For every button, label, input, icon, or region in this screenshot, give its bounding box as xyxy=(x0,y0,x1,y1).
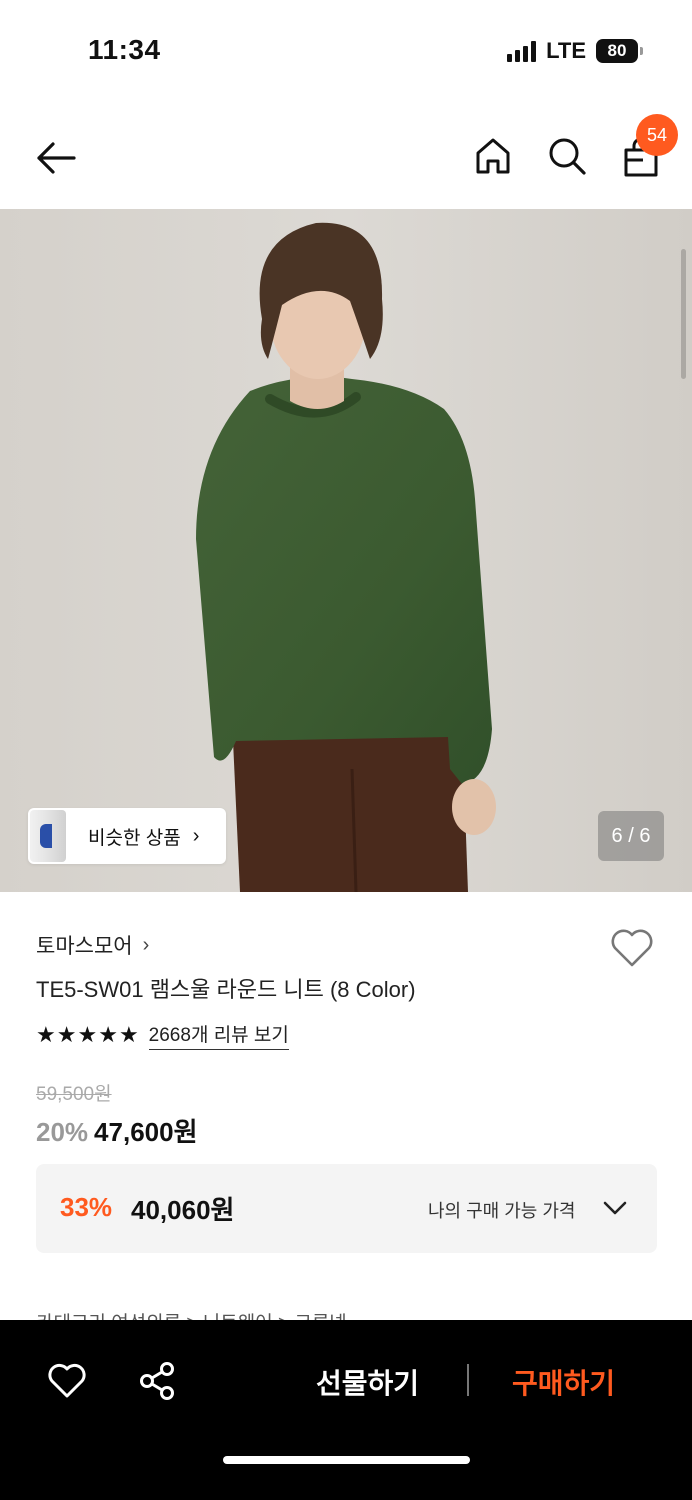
my-discount-rate: 33% xyxy=(60,1192,113,1222)
brand-link[interactable]: 토마스모어 › xyxy=(36,930,149,960)
category-breadcrumb: 카테고리 여성의류 > 니트웨어 > 크루넥 xyxy=(36,1308,347,1320)
product-title: TE5-SW01 램스울 라운드 니트 (8 Color) xyxy=(36,977,416,1002)
chevron-right-icon: › xyxy=(192,824,200,847)
sale-price: 47,600원 xyxy=(94,1117,198,1147)
price-row: 20% 47,600원 xyxy=(36,1112,198,1149)
bottom-action-bar: 선물하기 구매하기 xyxy=(0,1320,692,1500)
home-icon[interactable] xyxy=(474,136,512,176)
star-icon: ★ xyxy=(56,1022,77,1047)
cart-count-badge: 54 xyxy=(636,114,678,156)
search-icon[interactable] xyxy=(547,136,587,176)
similar-product-thumbnail xyxy=(30,810,66,862)
discount-rate: 20% xyxy=(36,1117,89,1147)
heart-icon[interactable] xyxy=(609,927,655,969)
my-price: 40,060원 xyxy=(131,1195,235,1225)
chevron-right-icon: › xyxy=(142,933,150,956)
heart-icon[interactable] xyxy=(47,1362,87,1400)
brand-name: 토마스모어 xyxy=(36,935,133,958)
star-rating: ★ ★ ★ ★ ★ xyxy=(36,1024,139,1046)
share-icon[interactable] xyxy=(138,1361,178,1401)
star-icon: ★ xyxy=(98,1022,118,1047)
status-indicators: LTE 80 xyxy=(507,38,643,64)
buy-button[interactable]: 구매하기 xyxy=(512,1362,615,1402)
battery-icon: 80 xyxy=(596,39,643,63)
star-icon: ★ xyxy=(36,1022,56,1047)
back-arrow-icon[interactable] xyxy=(34,138,78,178)
similar-products-label: 비슷한 상품 xyxy=(88,827,181,849)
home-indicator xyxy=(223,1456,470,1464)
star-icon: ★ xyxy=(118,1022,139,1047)
signal-icon xyxy=(507,40,537,62)
status-time: 11:34 xyxy=(88,34,161,65)
rating-row: ★ ★ ★ ★ ★ 2668개 리뷰 보기 xyxy=(36,1020,289,1050)
top-nav-bar xyxy=(0,110,692,205)
my-price-label: 나의 구매 가능 가격 xyxy=(428,1201,576,1221)
scroll-indicator xyxy=(681,249,686,379)
chevron-down-icon xyxy=(603,1201,627,1215)
status-bar: 11:34 LTE 80 xyxy=(0,0,692,100)
product-photo xyxy=(0,209,692,892)
image-counter: 6 / 6 xyxy=(598,811,664,861)
star-icon: ★ xyxy=(77,1022,98,1047)
product-image-carousel[interactable]: 비슷한 상품 › 6 / 6 xyxy=(0,209,692,892)
my-price-dropdown[interactable]: 33% 40,060원 나의 구매 가능 가격 xyxy=(36,1164,657,1253)
network-type: LTE xyxy=(546,38,586,63)
similar-products-button[interactable]: 비슷한 상품 › xyxy=(28,808,226,864)
original-price: 59,500원 xyxy=(36,1084,112,1105)
review-link[interactable]: 2668개 리뷰 보기 xyxy=(148,1020,289,1050)
gift-button[interactable]: 선물하기 xyxy=(316,1362,419,1402)
divider xyxy=(467,1364,469,1396)
